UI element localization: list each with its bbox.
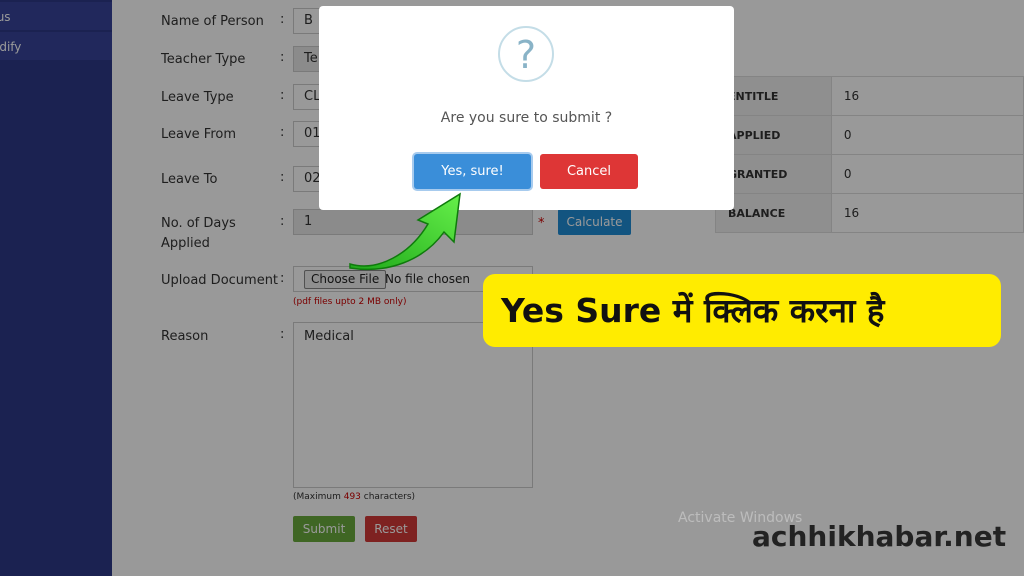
question-icon: ?: [498, 26, 554, 82]
confirm-button[interactable]: Yes, sure!: [414, 154, 531, 189]
cancel-button[interactable]: Cancel: [540, 154, 638, 189]
site-watermark: achhikhabar.net: [752, 520, 1007, 553]
confirm-dialog: ? Are you sure to submit ? Yes, sure! Ca…: [319, 6, 734, 210]
green-arrow-icon: [349, 192, 461, 271]
dialog-message: Are you sure to submit ?: [440, 110, 613, 126]
instruction-callout: Yes Sure में क्लिक करना है: [483, 274, 1001, 347]
